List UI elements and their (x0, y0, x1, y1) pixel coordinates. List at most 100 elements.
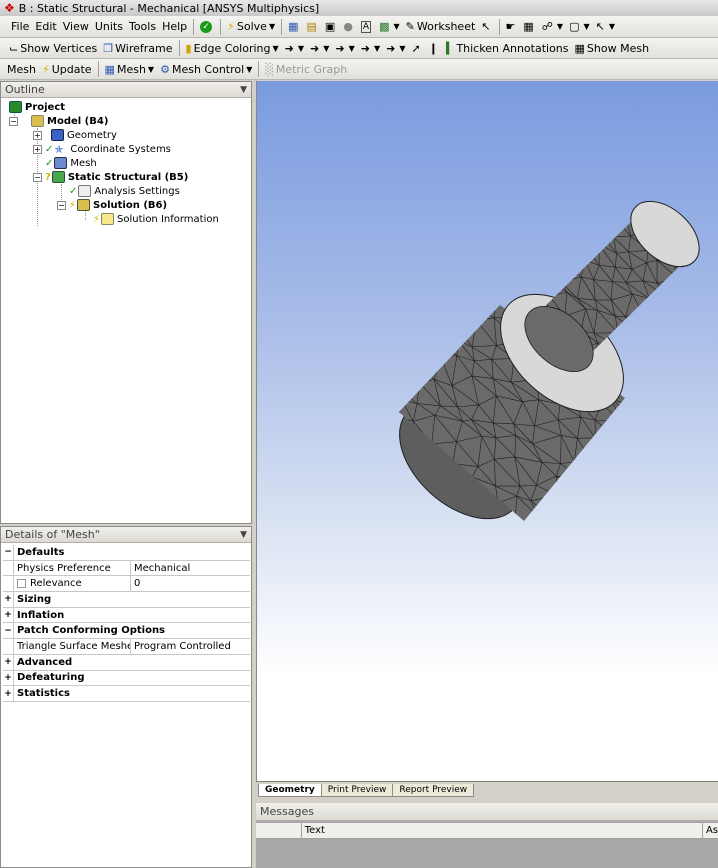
messages-col-association[interactable]: As (703, 823, 718, 838)
expand-icon[interactable]: + (3, 686, 14, 701)
row-value[interactable]: Mechanical (131, 561, 190, 576)
menu-file[interactable]: File (8, 18, 32, 36)
show-mesh-button[interactable]: ▦ Show Mesh (572, 39, 653, 57)
comment-button[interactable]: ▤ (304, 18, 322, 36)
edge-display-2-button[interactable]: ➜ ▼ (307, 39, 332, 57)
probe-button[interactable]: ☛ (503, 18, 521, 36)
edge-coloring-icon: ▮ (185, 41, 192, 55)
expand-icon[interactable]: + (3, 592, 14, 607)
collapse-icon[interactable]: − (57, 200, 66, 210)
collapse-icon[interactable]: − (9, 116, 18, 126)
toolbar-separator (97, 61, 99, 77)
show-vertices-button[interactable]: ⌙ Show Vertices (6, 39, 100, 57)
edge-display-3-button[interactable]: ➜ ▼ (332, 39, 357, 57)
tree-node-label: Project (25, 101, 66, 113)
comment-icon: ▤ (306, 20, 317, 33)
expand-icon[interactable]: + (3, 670, 14, 686)
metric-graph-button[interactable]: ░ Metric Graph (262, 60, 350, 78)
chart-button[interactable]: ▩ ▼ (376, 18, 403, 36)
tab-print-preview[interactable]: Print Preview (320, 784, 394, 797)
select-pointer-button[interactable]: ↖ (478, 18, 495, 36)
expand-icon[interactable]: + (33, 130, 42, 140)
details-group-patch-conforming[interactable]: − Patch Conforming Options (3, 623, 250, 640)
mesh-dropdown-button[interactable]: ▦ Mesh ▼ (102, 60, 158, 78)
tree-node-analysis-settings[interactable]: ✓ Analysis Settings (69, 184, 180, 198)
menu-tools[interactable]: Tools (126, 18, 159, 36)
split-button[interactable]: ❙ (426, 39, 443, 57)
pin-icon[interactable]: ▼ (240, 530, 247, 540)
image-icon: ● (343, 20, 353, 33)
text-button[interactable]: A (358, 18, 376, 36)
label-button[interactable]: ▦ (520, 18, 538, 36)
solve-button[interactable]: ⚡ Solve ▼ (224, 18, 278, 36)
image-button[interactable]: ● (340, 18, 358, 36)
toolbar-separator (178, 40, 180, 56)
cursor-mode-icon: ↖ (595, 20, 605, 33)
messages-col-text[interactable]: Text (302, 823, 703, 838)
tab-report-preview[interactable]: Report Preview (392, 784, 475, 797)
details-group-defaults[interactable]: − Defaults (3, 545, 250, 561)
details-group-sizing[interactable]: + Sizing (3, 592, 250, 608)
worksheet-button[interactable]: ✎ Worksheet (403, 18, 479, 36)
menu-view[interactable]: View (60, 18, 92, 36)
tree-node-label: Analysis Settings (94, 185, 180, 197)
cursor-mode-button[interactable]: ↖ ▼ (593, 18, 618, 36)
row-value[interactable]: 0 (131, 576, 140, 591)
expand-icon[interactable]: + (33, 144, 42, 154)
bar-chart-icon: ░ (265, 62, 274, 76)
check-status-button[interactable]: ✓ (197, 18, 217, 36)
figure-button[interactable]: ▣ (322, 18, 340, 36)
meshed-shaft-model[interactable] (257, 81, 718, 781)
collapse-icon[interactable]: − (3, 545, 14, 560)
edge-display-4-button[interactable]: ➜ ▼ (358, 39, 383, 57)
row-value[interactable]: Program Controlled (131, 639, 231, 654)
project-icon (9, 101, 22, 113)
expand-icon[interactable]: + (3, 607, 14, 623)
edge-coloring-button[interactable]: ▮ Edge Coloring ▼ (183, 39, 282, 57)
expand-icon[interactable]: + (3, 654, 14, 670)
row-label: Triangle Surface Mesher (14, 639, 131, 654)
view-button[interactable]: ▢ ▼ (566, 18, 593, 36)
split-icon: ❙ (428, 41, 438, 55)
tab-geometry[interactable]: Geometry (258, 784, 322, 797)
thicken-annotations-button[interactable]: ▍ Thicken Annotations (443, 39, 572, 57)
tree-node-static-structural[interactable]: − ? Static Structural (B5) (33, 170, 188, 184)
details-group-statistics[interactable]: + Statistics (3, 686, 250, 702)
pin-button[interactable]: ➚ (409, 39, 426, 57)
details-row-relevance[interactable]: Relevance 0 (3, 576, 250, 593)
check-icon: ✓ (69, 185, 78, 197)
pin-icon[interactable]: ▼ (240, 85, 247, 95)
tree-node-project[interactable]: Project (9, 100, 65, 114)
mesh-control-icon: ⚙ (160, 62, 170, 76)
tree-node-mesh[interactable]: ✓ Mesh (45, 156, 97, 170)
tree-node-model[interactable]: − Model (B4) (9, 114, 108, 128)
menu-units[interactable]: Units (92, 18, 126, 36)
menu-edit[interactable]: Edit (32, 18, 59, 36)
menu-help[interactable]: Help (159, 18, 190, 36)
annotation-button[interactable]: ☍ ▼ (539, 18, 566, 36)
group-label: Patch Conforming Options (17, 625, 166, 637)
collapse-icon[interactable]: − (3, 623, 14, 639)
details-row-physics-preference[interactable]: Physics Preference Mechanical (3, 560, 250, 577)
chevron-down-icon: ▼ (246, 64, 253, 74)
row-label: Relevance (30, 578, 82, 590)
details-group-defeaturing[interactable]: + Defeaturing (3, 670, 250, 687)
tree-node-solution-information[interactable]: ⚡ Solution Information (93, 212, 219, 226)
mesh-control-button[interactable]: ⚙ Mesh Control ▼ (157, 60, 255, 78)
details-row-triangle-surface-mesher[interactable]: Triangle Surface Mesher Program Controll… (3, 639, 250, 655)
collapse-icon[interactable]: − (33, 172, 42, 182)
update-button[interactable]: ⚡ Update (39, 60, 95, 78)
parameter-checkbox[interactable] (17, 579, 26, 589)
relevance-label-cell: Relevance (14, 576, 131, 592)
tree-node-coordinate-systems[interactable]: + ✓ ✯ Coordinate Systems (33, 142, 171, 156)
graphics-viewport[interactable] (256, 81, 718, 781)
details-group-advanced[interactable]: + Advanced (3, 654, 250, 671)
edge-display-5-button[interactable]: ➜ ▼ (383, 39, 408, 57)
tree-node-solution[interactable]: − ⚡ Solution (B6) (57, 198, 167, 212)
wireframe-button[interactable]: ❒ Wireframe (100, 39, 175, 57)
edge-display-1-button[interactable]: ➜ ▼ (282, 39, 307, 57)
messages-col-type[interactable] (256, 823, 302, 838)
new-analysis-button[interactable]: ▦ (285, 18, 303, 36)
details-group-inflation[interactable]: + Inflation (3, 607, 250, 624)
tree-node-geometry[interactable]: + Geometry (33, 128, 117, 142)
